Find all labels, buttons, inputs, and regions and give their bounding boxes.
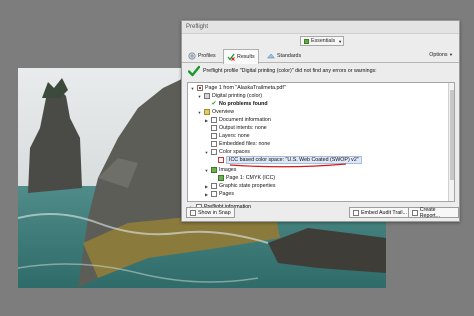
expand-icon[interactable]: ▶ (204, 118, 209, 123)
tab-results-label: Results (237, 54, 255, 60)
workspace-dropdown[interactable]: Essentials ▼ (300, 36, 344, 46)
document-icon (211, 117, 217, 123)
button-bar: Show in Snap Embed Audit Trail... Create… (182, 204, 459, 221)
tree-item-pages[interactable]: ▶ Pages (204, 190, 234, 198)
document-icon (211, 183, 217, 189)
audit-trail-icon (353, 209, 359, 216)
tree-item-label: No problems found (219, 101, 268, 107)
tree-item-page[interactable]: ▼ Page 1 from "AlaskaTrailmeta.pdf" (190, 84, 286, 92)
document-icon (211, 133, 217, 139)
tree-item-label: Graphic state properties (219, 183, 276, 189)
tree-item-profile[interactable]: ▼ Digital printing (color) (197, 92, 262, 100)
collapse-icon[interactable]: ▼ (204, 150, 209, 155)
tree-item-label: Page 1: CMYK (ICC) (226, 175, 276, 181)
tab-profiles[interactable]: Profiles (185, 49, 219, 63)
expand-icon[interactable]: ▶ (204, 184, 209, 189)
show-in-snap-label: Show in Snap (198, 209, 231, 216)
tree-item-label: Document information (219, 117, 271, 123)
tree-scrollbar[interactable] (448, 83, 454, 201)
collapse-icon[interactable]: ▼ (197, 110, 202, 115)
document-icon (211, 149, 217, 155)
expand-icon[interactable]: ▶ (204, 192, 209, 197)
image-icon (218, 175, 224, 181)
tree-item-output-intents[interactable]: Output intents: none (204, 124, 267, 132)
create-report-label: Create Report... (419, 206, 441, 219)
collapse-icon[interactable]: ▼ (204, 168, 209, 173)
workspace-label: Essentials (311, 38, 336, 44)
result-summary: Preflight profile "Digital printing (col… (182, 63, 459, 80)
tab-standards-label: Standards (277, 53, 302, 59)
profile-icon (204, 93, 210, 99)
red-underline-annotation (229, 163, 347, 168)
tree-item-label: Page 1 from "AlaskaTrailmeta.pdf" (205, 85, 286, 91)
tree-item-no-problems[interactable]: ✔ No problems found (204, 100, 268, 108)
tree-item-label: Color spaces (219, 149, 250, 155)
show-in-snap-button[interactable]: Show in Snap (186, 207, 235, 218)
tree-item-page1-cmyk[interactable]: Page 1: CMYK (ICC) (211, 174, 275, 182)
tab-results[interactable]: Results (223, 49, 259, 64)
workspace-icon (304, 38, 309, 44)
collapse-icon[interactable]: ▼ (197, 94, 202, 99)
tree-item-images[interactable]: ▼ Images (204, 166, 236, 174)
tree-item-label: Output intents: none (219, 125, 267, 131)
embed-audit-trail-label: Embed Audit Trail... (361, 209, 407, 216)
folder-icon (204, 109, 210, 115)
color-space-icon (218, 157, 224, 163)
tree-item-graphic-state[interactable]: ▶ Graphic state properties (204, 182, 276, 190)
tree-item-color-spaces[interactable]: ▼ Color spaces (204, 148, 250, 156)
image-icon (211, 167, 217, 173)
checkmark-icon (188, 65, 200, 77)
create-report-button[interactable]: Create Report... (408, 206, 459, 219)
scrollbar-thumb[interactable] (450, 90, 454, 180)
tree-item-layers[interactable]: Layers: none (204, 132, 250, 140)
options-label: Options (429, 52, 448, 58)
tab-standards[interactable]: Standards (264, 49, 304, 63)
result-message: Preflight profile "Digital printing (col… (203, 68, 377, 74)
tree-item-label: Embedded files: none (219, 141, 271, 147)
options-menu[interactable]: Options ▼ (429, 52, 453, 58)
embed-audit-trail-button[interactable]: Embed Audit Trail... (349, 207, 411, 218)
tree-item-embedded-files[interactable]: Embedded files: none (204, 140, 270, 148)
standards-icon (267, 53, 275, 59)
tree-item-label: Layers: none (219, 133, 250, 139)
results-icon (227, 53, 235, 61)
tree-item-document-info[interactable]: ▶ Document information (204, 116, 271, 124)
chevron-down-icon: ▼ (338, 38, 343, 44)
tree-item-overview[interactable]: ▼ Overview (197, 108, 234, 116)
pdf-icon (197, 85, 203, 91)
tab-profiles-label: Profiles (198, 53, 216, 59)
preflight-panel: Preflight Essentials ▼ Profiles Results (181, 20, 460, 222)
profiles-icon (188, 52, 196, 60)
document-icon (211, 191, 217, 197)
checkmark-icon: ✔ (211, 101, 217, 107)
snap-icon (190, 209, 196, 216)
collapse-icon[interactable]: ▼ (190, 86, 195, 91)
report-icon (412, 209, 418, 216)
panel-title: Preflight (182, 21, 459, 34)
tree-item-label: Pages (219, 191, 235, 197)
tree-item-label: Images (219, 167, 237, 173)
results-tree: ▼ Page 1 from "AlaskaTrailmeta.pdf" ▼ Di… (187, 82, 455, 202)
tree-item-label: Overview (212, 109, 235, 115)
chevron-down-icon: ▼ (449, 52, 453, 57)
workspace-row: Essentials ▼ (182, 34, 459, 48)
tree-item-label: Digital printing (color) (212, 93, 263, 99)
document-icon (211, 141, 217, 147)
tab-bar: Profiles Results Standards Options ▼ (182, 48, 459, 64)
document-icon (211, 125, 217, 131)
